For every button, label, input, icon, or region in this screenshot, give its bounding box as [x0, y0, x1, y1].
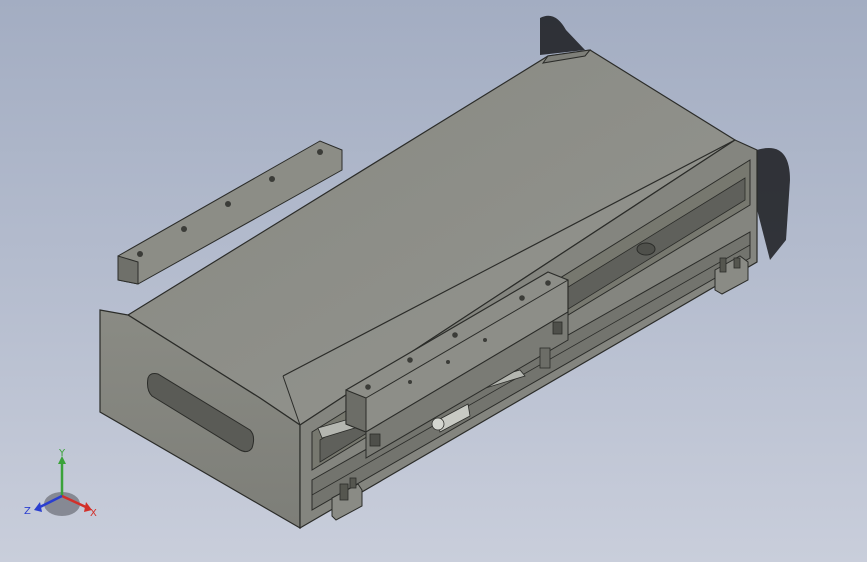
mounting-hole [181, 226, 187, 232]
z-axis-label: Z [24, 506, 31, 517]
mounting-hole [225, 201, 231, 207]
x-axis-label: X [90, 508, 97, 519]
limit-sensor-right [714, 255, 749, 295]
graphics-viewport[interactable]: Y X Z [0, 0, 867, 562]
view-orientation-triad[interactable]: Y X Z [22, 446, 106, 526]
module-housing [99, 49, 758, 530]
y-axis-label: Y [58, 448, 66, 459]
shadow-right [752, 148, 790, 260]
linear-module-model[interactable] [0, 0, 867, 562]
carriage-hole [545, 280, 551, 286]
mounting-hole [317, 149, 323, 155]
carriage-hole [407, 357, 413, 363]
carriage-hole [519, 295, 525, 301]
side-port [636, 242, 656, 256]
mounting-hole [137, 251, 143, 257]
carriage-hole [452, 332, 458, 338]
carriage-hole [365, 384, 371, 390]
mounting-hole [269, 176, 275, 182]
shadow-back [540, 15, 585, 55]
